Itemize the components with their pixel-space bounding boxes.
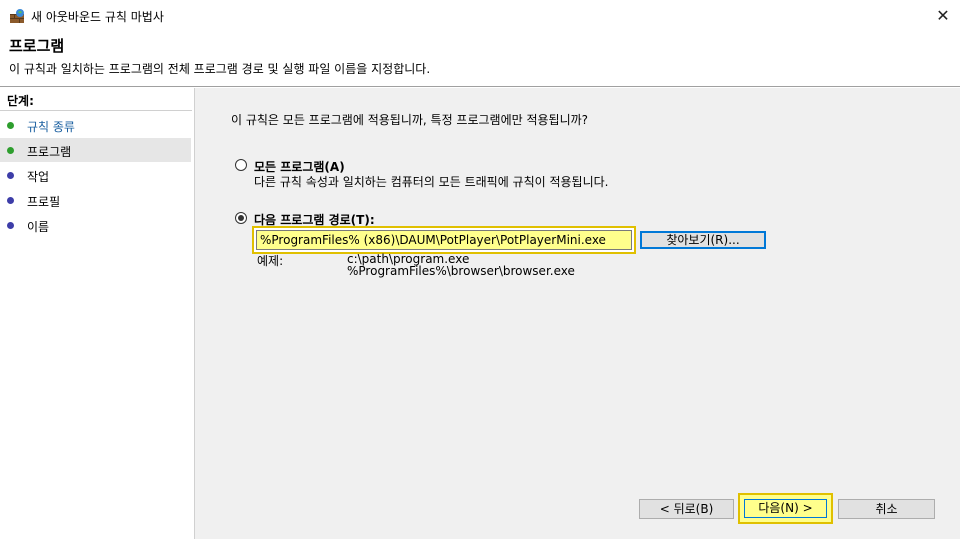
step-pending-icon (7, 172, 14, 179)
radio-selected-dot (238, 215, 244, 221)
example-path: %ProgramFiles%\browser\browser.exe (347, 264, 575, 278)
steps-title: 단계: (7, 94, 34, 108)
next-button-highlight: 다음(N) > (738, 493, 833, 524)
step-label: 이름 (27, 220, 50, 234)
program-path-field[interactable]: %ProgramFiles% (x86)\DAUM\PotPlayer\PotP… (252, 226, 636, 254)
step-label: 프로필 (27, 195, 61, 209)
step-label: 규칙 종류 (27, 120, 75, 134)
steps-sidebar: 단계: 규칙 종류 프로그램 작업 프로필 이름 (0, 88, 195, 539)
step-label: 프로그램 (27, 145, 72, 159)
step-pending-icon (7, 222, 14, 229)
header-divider (0, 86, 960, 87)
program-path-radio[interactable] (235, 212, 247, 224)
browse-button[interactable]: 찾아보기(R)... (640, 231, 766, 249)
step-label: 작업 (27, 170, 50, 184)
firewall-wizard-icon (10, 9, 24, 23)
page-description: 이 규칙과 일치하는 프로그램의 전체 프로그램 경로 및 실행 파일 이름을 … (9, 62, 431, 76)
wizard-content: 이 규칙은 모든 프로그램에 적용됩니까, 특정 프로그램에만 적용됩니까? 모… (195, 88, 960, 539)
title-bar: 새 아웃바운드 규칙 마법사 ✕ (0, 0, 960, 31)
step-name[interactable]: 이름 (0, 213, 191, 237)
all-programs-description: 다른 규칙 속성과 일치하는 컴퓨터의 모든 트래픽에 규칙이 적용됩니다. (254, 175, 609, 189)
example-label: 예제: (257, 254, 284, 268)
window-title: 새 아웃바운드 규칙 마법사 (31, 10, 164, 24)
back-button[interactable]: < 뒤로(B) (639, 499, 734, 519)
step-rule-type[interactable]: 규칙 종류 (0, 113, 191, 137)
step-pending-icon (7, 197, 14, 204)
scope-question: 이 규칙은 모든 프로그램에 적용됩니까, 특정 프로그램에만 적용됩니까? (231, 113, 589, 127)
next-button[interactable]: 다음(N) > (744, 499, 827, 518)
step-current-icon (7, 147, 14, 154)
close-button[interactable]: ✕ (926, 0, 960, 31)
close-icon: ✕ (936, 6, 950, 25)
page-title: 프로그램 (9, 37, 65, 55)
step-done-icon (7, 122, 14, 129)
all-programs-radio[interactable] (235, 159, 247, 171)
program-path-input[interactable]: %ProgramFiles% (x86)\DAUM\PotPlayer\PotP… (256, 230, 632, 250)
step-action[interactable]: 작업 (0, 163, 191, 187)
step-profile[interactable]: 프로필 (0, 188, 191, 212)
cancel-button[interactable]: 취소 (838, 499, 935, 519)
step-program[interactable]: 프로그램 (0, 138, 191, 162)
steps-divider (0, 110, 192, 111)
wizard-header: 프로그램 이 규칙과 일치하는 프로그램의 전체 프로그램 경로 및 실행 파일… (0, 31, 960, 87)
